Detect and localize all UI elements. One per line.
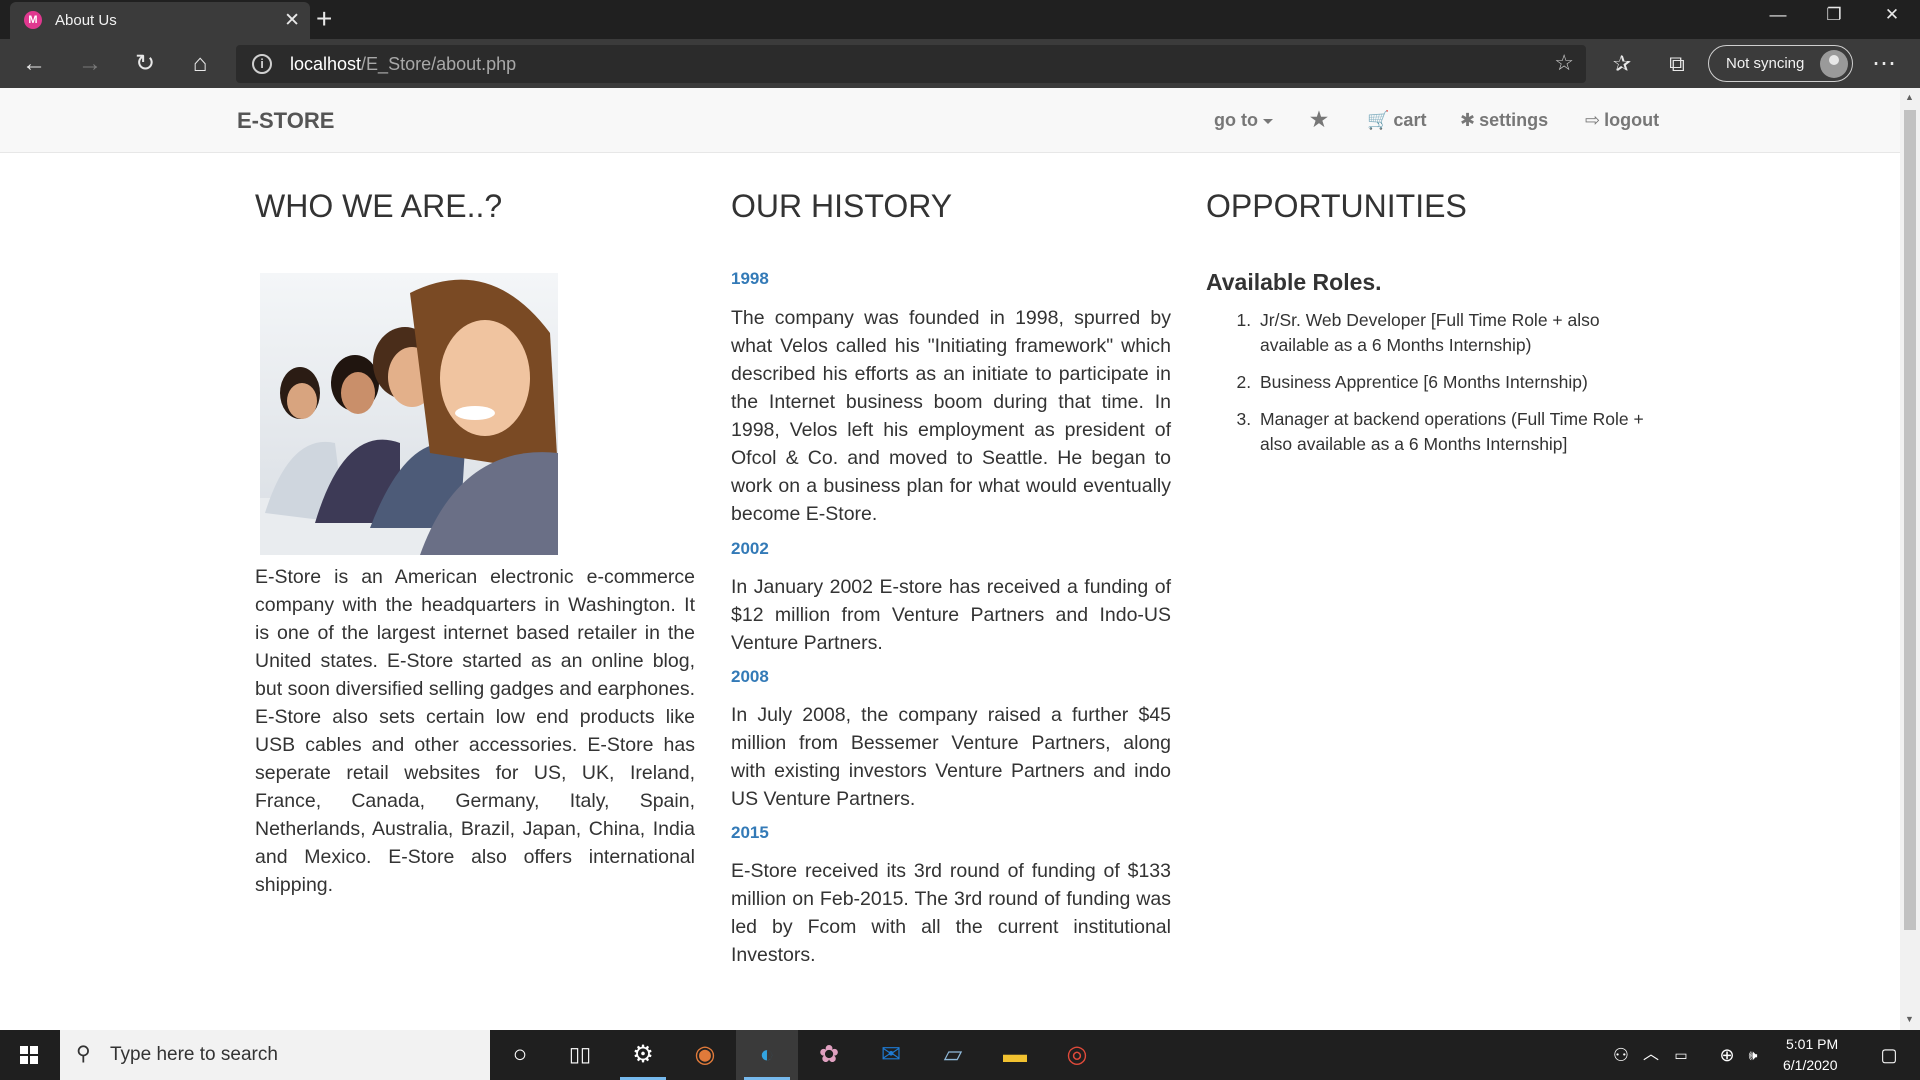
- brand-logo[interactable]: E-STORE: [237, 108, 334, 134]
- opportunities-section: OPPORTUNITIES Available Roles. Jr/Sr. We…: [1206, 188, 1666, 454]
- history-section: OUR HISTORY 1998 The company was founded…: [731, 188, 1171, 966]
- notepad-app-icon[interactable]: ▱: [922, 1030, 984, 1080]
- battery-icon[interactable]: ▭: [1666, 1030, 1696, 1080]
- list-item: Jr/Sr. Web Developer [Full Time Role + a…: [1256, 308, 1656, 358]
- cart-icon: 🛒: [1367, 110, 1390, 130]
- close-tab-icon[interactable]: ✕: [284, 9, 300, 32]
- history-year: 2002: [731, 539, 769, 558]
- clock-time[interactable]: 5:01 PM: [1786, 1036, 1838, 1052]
- roles-list: Jr/Sr. Web Developer [Full Time Role + a…: [1206, 308, 1656, 469]
- notifications-icon[interactable]: ▢: [1858, 1030, 1920, 1080]
- history-text: In July 2008, the company raised a furth…: [731, 704, 1171, 810]
- settings-link[interactable]: ✱ settings: [1460, 110, 1548, 131]
- more-options-icon[interactable]: ⋯: [1868, 48, 1900, 80]
- scroll-up-icon[interactable]: ▲: [1905, 92, 1914, 102]
- url-text[interactable]: localhost/E_Store/about.php: [290, 54, 516, 75]
- cart-link[interactable]: 🛒 cart: [1367, 110, 1426, 131]
- favorites-icon[interactable]: ✰: [1606, 48, 1638, 80]
- who-description: E-Store is an American electronic e-comm…: [255, 566, 695, 896]
- tab-title: About Us: [55, 12, 117, 29]
- chrome-icon[interactable]: ◎: [1046, 1030, 1108, 1080]
- favorites-star-icon[interactable]: ★: [1310, 107, 1328, 132]
- tray-chevron-up-icon[interactable]: ︿: [1636, 1030, 1666, 1080]
- who-heading: WHO WE ARE..?: [255, 188, 503, 224]
- browser-toolbar: ← → ↻ ⌂ i localhost/E_Store/about.php ☆ …: [0, 39, 1920, 88]
- team-photo: [260, 273, 558, 555]
- address-bar[interactable]: i localhost/E_Store/about.php ☆: [236, 45, 1586, 83]
- file-explorer-icon[interactable]: ▬: [984, 1030, 1046, 1080]
- collections-icon[interactable]: ⧉: [1661, 48, 1693, 80]
- restore-icon[interactable]: ❐: [1806, 0, 1862, 30]
- site-navbar: E-STORE go to ★ 🛒 cart ✱ settings ⇨ logout: [0, 88, 1900, 153]
- minimize-icon[interactable]: —: [1750, 0, 1806, 30]
- profile-sync-button[interactable]: Not syncing: [1708, 45, 1853, 82]
- clock-date[interactable]: 6/1/2020: [1783, 1057, 1838, 1073]
- settings-app-icon[interactable]: ⚙: [612, 1030, 674, 1080]
- caret-down-icon: [1262, 118, 1273, 124]
- media-app-icon[interactable]: ◉: [674, 1030, 736, 1080]
- favorite-star-icon[interactable]: ☆: [1554, 50, 1574, 76]
- info-icon[interactable]: i: [252, 54, 272, 74]
- avatar: [1820, 50, 1848, 78]
- history-year: 2015: [731, 823, 769, 842]
- search-icon: ⚲: [76, 1043, 91, 1065]
- history-text: In January 2002 E-store has received a f…: [731, 576, 1171, 654]
- favicon-icon: M: [24, 11, 42, 29]
- logout-link[interactable]: ⇨ logout: [1585, 110, 1659, 131]
- outlook-icon[interactable]: ✉: [860, 1030, 922, 1080]
- browser-tab-strip: M About Us ✕ + — ❐ ✕: [0, 0, 1920, 39]
- back-icon[interactable]: ←: [18, 48, 50, 80]
- history-year: 2008: [731, 667, 769, 686]
- page-scrollbar[interactable]: ▲ ▼: [1900, 88, 1920, 1030]
- who-we-are-section: WHO WE ARE..? E-Store is an American ele…: [255, 188, 695, 896]
- refresh-icon[interactable]: ↻: [129, 48, 161, 80]
- gear-icon: ✱: [1460, 110, 1476, 130]
- list-item: Manager at backend operations (Full Time…: [1256, 407, 1656, 457]
- history-text: E-Store received its 3rd round of fundin…: [731, 860, 1171, 966]
- task-view-icon[interactable]: ▯▯: [549, 1030, 611, 1080]
- browser-tab[interactable]: M About Us ✕: [10, 2, 310, 39]
- windows-taskbar: ⚲ Type here to search ○ ▯▯ ⚙ ◉ ◐ ✿ ✉ ▱ ▬…: [0, 1030, 1920, 1080]
- available-roles-heading: Available Roles.: [1206, 269, 1382, 295]
- taskbar-search-input[interactable]: ⚲ Type here to search: [60, 1030, 490, 1080]
- cortana-icon[interactable]: ○: [489, 1030, 551, 1080]
- volume-icon[interactable]: 🕪: [1738, 1030, 1768, 1080]
- list-item: Business Apprentice [6 Months Internship…: [1256, 370, 1656, 395]
- goto-dropdown[interactable]: go to: [1214, 110, 1273, 131]
- web-page: E-STORE go to ★ 🛒 cart ✱ settings ⇨ logout …: [0, 88, 1900, 1030]
- scroll-down-icon[interactable]: ▼: [1905, 1014, 1914, 1024]
- scroll-thumb[interactable]: [1904, 110, 1916, 930]
- logout-icon: ⇨: [1585, 110, 1601, 130]
- opportunities-heading: OPPORTUNITIES: [1206, 188, 1467, 224]
- history-heading: OUR HISTORY: [731, 188, 953, 224]
- history-year: 1998: [731, 269, 769, 288]
- history-text: The company was founded in 1998, spurred…: [731, 307, 1171, 525]
- home-icon[interactable]: ⌂: [184, 48, 216, 80]
- windows-start-icon[interactable]: [0, 1030, 60, 1080]
- edge-browser-icon[interactable]: ◐: [736, 1030, 798, 1080]
- forward-icon[interactable]: →: [74, 48, 106, 80]
- new-tab-icon[interactable]: +: [316, 2, 332, 36]
- paint-app-icon[interactable]: ✿: [798, 1030, 860, 1080]
- close-window-icon[interactable]: ✕: [1864, 0, 1920, 30]
